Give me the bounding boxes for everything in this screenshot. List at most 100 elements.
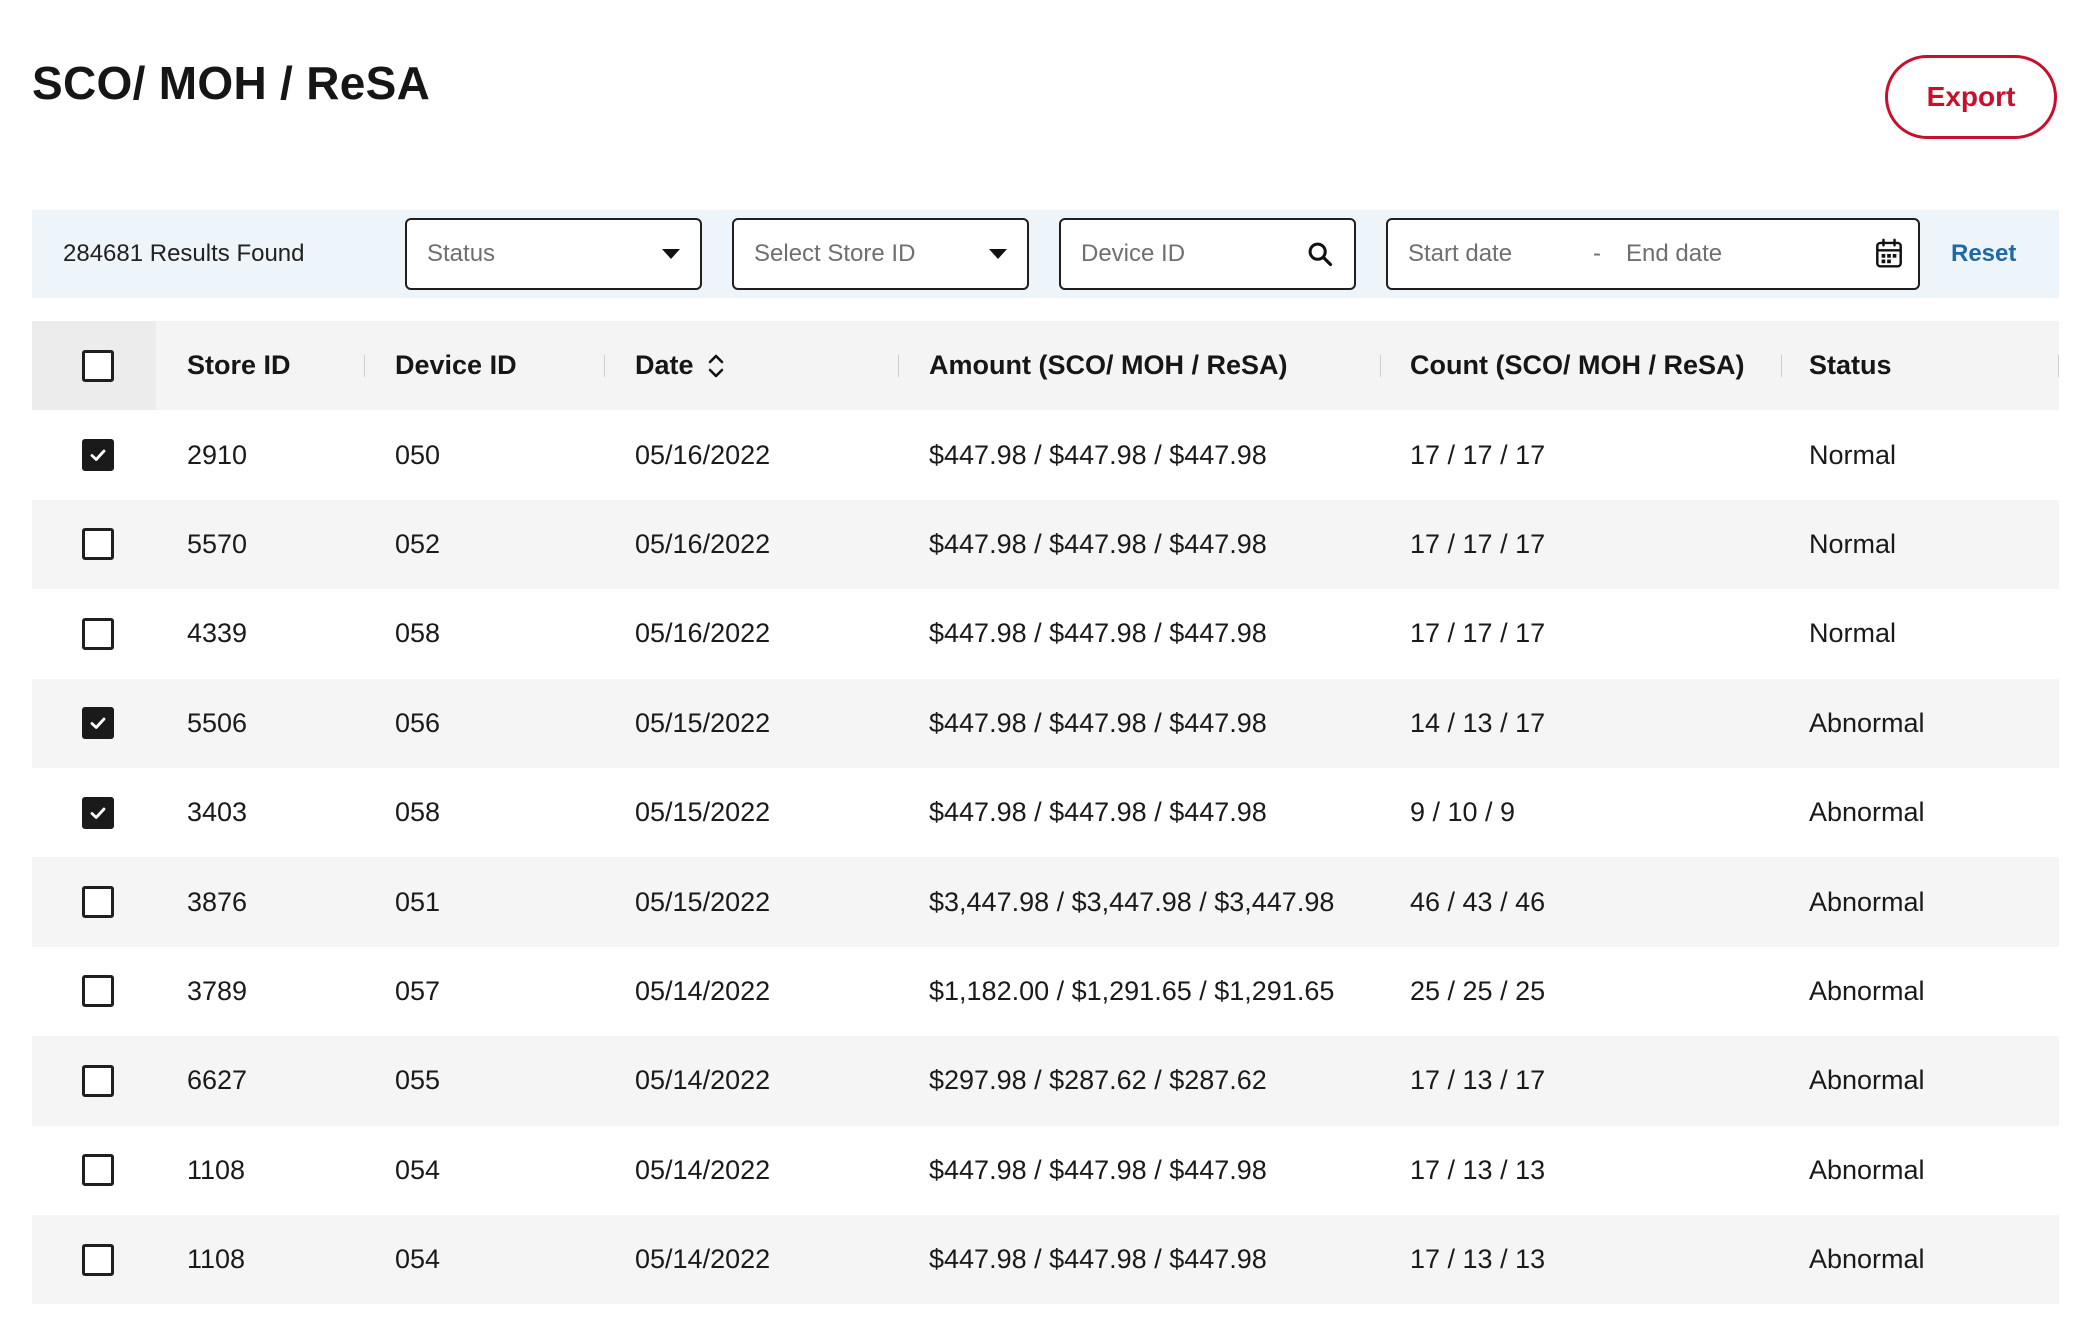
search-icon[interactable] <box>1306 240 1334 268</box>
count-cell: 46 / 43 / 46 <box>1410 886 1546 917</box>
amount-cell: $447.98 / $447.98 / $447.98 <box>929 618 1267 649</box>
status-cell: Normal <box>1809 439 1897 470</box>
table-row[interactable]: 5506 056 05/15/2022 $447.98 / $447.98 / $44… <box>32 678 2059 768</box>
date-cell: 05/16/2022 <box>635 439 771 470</box>
status-cell: Abnormal <box>1809 707 1925 738</box>
table-row[interactable]: 1108 054 05/14/2022 $447.98 / $447.98 / $44… <box>32 1214 2059 1305</box>
column-divider[interactable] <box>364 355 365 377</box>
date-cell: 05/15/2022 <box>635 707 771 738</box>
column-divider[interactable] <box>1781 355 1782 377</box>
date-cell: 05/15/2022 <box>635 886 771 917</box>
store-id-cell: 5570 <box>187 528 248 559</box>
page-title: SCO/ MOH / ReSA <box>32 57 431 109</box>
calendar-icon[interactable] <box>1874 238 1904 270</box>
store-id-cell: 4339 <box>187 618 248 649</box>
column-header-amount: Amount (SCO/ MOH / ReSA) <box>929 350 1288 381</box>
status-cell: Abnormal <box>1809 1154 1925 1185</box>
count-cell: 17 / 13 / 13 <box>1410 1244 1546 1275</box>
amount-cell: $447.98 / $447.98 / $447.98 <box>929 707 1267 738</box>
end-date-field[interactable]: End date <box>1626 240 1874 268</box>
store-id-select[interactable]: Select Store ID <box>732 218 1029 290</box>
store-id-cell: 2910 <box>187 439 248 470</box>
status-cell: Normal <box>1809 528 1897 559</box>
amount-cell: $1,182.00 / $1,291.65 / $1,291.65 <box>929 975 1335 1006</box>
table-row[interactable]: 6627 055 05/14/2022 $297.98 / $287.62 / $28… <box>32 1036 2059 1126</box>
row-checkbox[interactable] <box>82 886 114 919</box>
checkmark-icon <box>90 449 106 461</box>
count-cell: 17 / 17 / 17 <box>1410 528 1546 559</box>
table-row[interactable]: 3403 058 05/15/2022 $447.98 / $447.98 / $44… <box>32 768 2059 857</box>
amount-cell: $447.98 / $447.98 / $447.98 <box>929 1154 1267 1185</box>
date-cell: 05/16/2022 <box>635 528 771 559</box>
device-id-cell: 050 <box>395 439 441 470</box>
device-id-cell: 052 <box>395 528 441 559</box>
column-divider[interactable] <box>1380 355 1381 377</box>
row-checkbox[interactable] <box>82 796 114 829</box>
row-checkbox[interactable] <box>82 439 114 472</box>
count-cell: 17 / 17 / 17 <box>1410 439 1546 470</box>
row-checkbox[interactable] <box>82 617 114 650</box>
amount-cell: $447.98 / $447.98 / $447.98 <box>929 1244 1267 1275</box>
date-cell: 05/16/2022 <box>635 618 771 649</box>
status-cell: Abnormal <box>1809 886 1925 917</box>
device-id-search-input[interactable]: Device ID <box>1059 218 1356 290</box>
row-checkbox[interactable] <box>82 1243 114 1276</box>
device-id-cell: 058 <box>395 618 441 649</box>
amount-cell: $447.98 / $447.98 / $447.98 <box>929 797 1267 828</box>
reset-link[interactable]: Reset <box>1951 210 2016 298</box>
date-cell: 05/15/2022 <box>635 797 771 828</box>
device-id-cell: 058 <box>395 797 441 828</box>
table-row[interactable]: 1108 054 05/14/2022 $447.98 / $447.98 / $44… <box>32 1126 2059 1215</box>
count-cell: 14 / 13 / 17 <box>1410 707 1546 738</box>
store-id-cell: 3876 <box>187 886 248 917</box>
filter-bar: 284681 Results Found Status Select Store… <box>32 210 2059 298</box>
column-header-device-id: Device ID <box>395 350 517 381</box>
device-id-cell: 051 <box>395 886 441 917</box>
store-id-cell: 5506 <box>187 707 248 738</box>
store-id-cell: 3789 <box>187 975 248 1006</box>
table-row[interactable]: 3789 057 05/14/2022 $1,182.00 / $1,291.65 /… <box>32 947 2059 1036</box>
row-checkbox[interactable] <box>82 528 114 561</box>
status-cell: Abnormal <box>1809 797 1925 828</box>
device-id-placeholder: Device ID <box>1081 240 1186 267</box>
column-header-status: Status <box>1809 350 1892 381</box>
amount-cell: $447.98 / $447.98 / $447.98 <box>929 439 1267 470</box>
count-cell: 17 / 13 / 13 <box>1410 1154 1546 1185</box>
device-id-cell: 056 <box>395 707 441 738</box>
column-divider[interactable] <box>898 355 899 377</box>
column-header-date-label: Date <box>635 350 694 381</box>
amount-cell: $447.98 / $447.98 / $447.98 <box>929 528 1267 559</box>
select-all-checkbox[interactable] <box>82 349 114 382</box>
sort-icon[interactable] <box>706 351 726 381</box>
row-checkbox[interactable] <box>82 1154 114 1187</box>
count-cell: 25 / 25 / 25 <box>1410 975 1546 1006</box>
caret-down-icon <box>662 249 680 259</box>
date-range-picker[interactable]: Start date - End date <box>1386 218 1920 290</box>
export-button[interactable]: Export <box>1885 55 2057 139</box>
table-row[interactable]: 4339 058 05/16/2022 $447.98 / $447.98 / $44… <box>32 589 2059 678</box>
store-id-cell: 3403 <box>187 797 248 828</box>
count-cell: 9 / 10 / 9 <box>1410 797 1516 828</box>
table-header-row: Store ID Device ID Date Amount (SCO/ MOH… <box>32 321 2059 411</box>
checkmark-icon <box>90 717 106 730</box>
start-date-field[interactable]: Start date <box>1408 240 1568 268</box>
table-row[interactable]: 3876 051 05/15/2022 $3,447.98 / $3,447.98 /… <box>32 857 2059 947</box>
store-id-cell: 6627 <box>187 1065 248 1096</box>
device-id-cell: 055 <box>395 1065 441 1096</box>
status-cell: Abnormal <box>1809 1244 1925 1275</box>
count-cell: 17 / 13 / 17 <box>1410 1065 1546 1096</box>
row-checkbox[interactable] <box>82 975 114 1008</box>
table-row[interactable]: 5570 052 05/16/2022 $447.98 / $447.98 / $44… <box>32 499 2059 590</box>
status-select[interactable]: Status <box>405 218 702 290</box>
column-header-date[interactable]: Date <box>635 321 726 410</box>
device-id-cell: 054 <box>395 1244 441 1275</box>
date-cell: 05/14/2022 <box>635 1065 771 1096</box>
column-divider[interactable] <box>2058 355 2059 377</box>
table-row[interactable]: 2910 050 05/16/2022 $447.98 / $447.98 / $44… <box>32 410 2059 499</box>
row-checkbox[interactable] <box>82 1064 114 1097</box>
date-cell: 05/14/2022 <box>635 1244 771 1275</box>
column-divider[interactable] <box>604 355 605 377</box>
row-checkbox[interactable] <box>82 707 114 740</box>
store-id-cell: 1108 <box>187 1154 246 1185</box>
count-cell: 17 / 17 / 17 <box>1410 618 1546 649</box>
